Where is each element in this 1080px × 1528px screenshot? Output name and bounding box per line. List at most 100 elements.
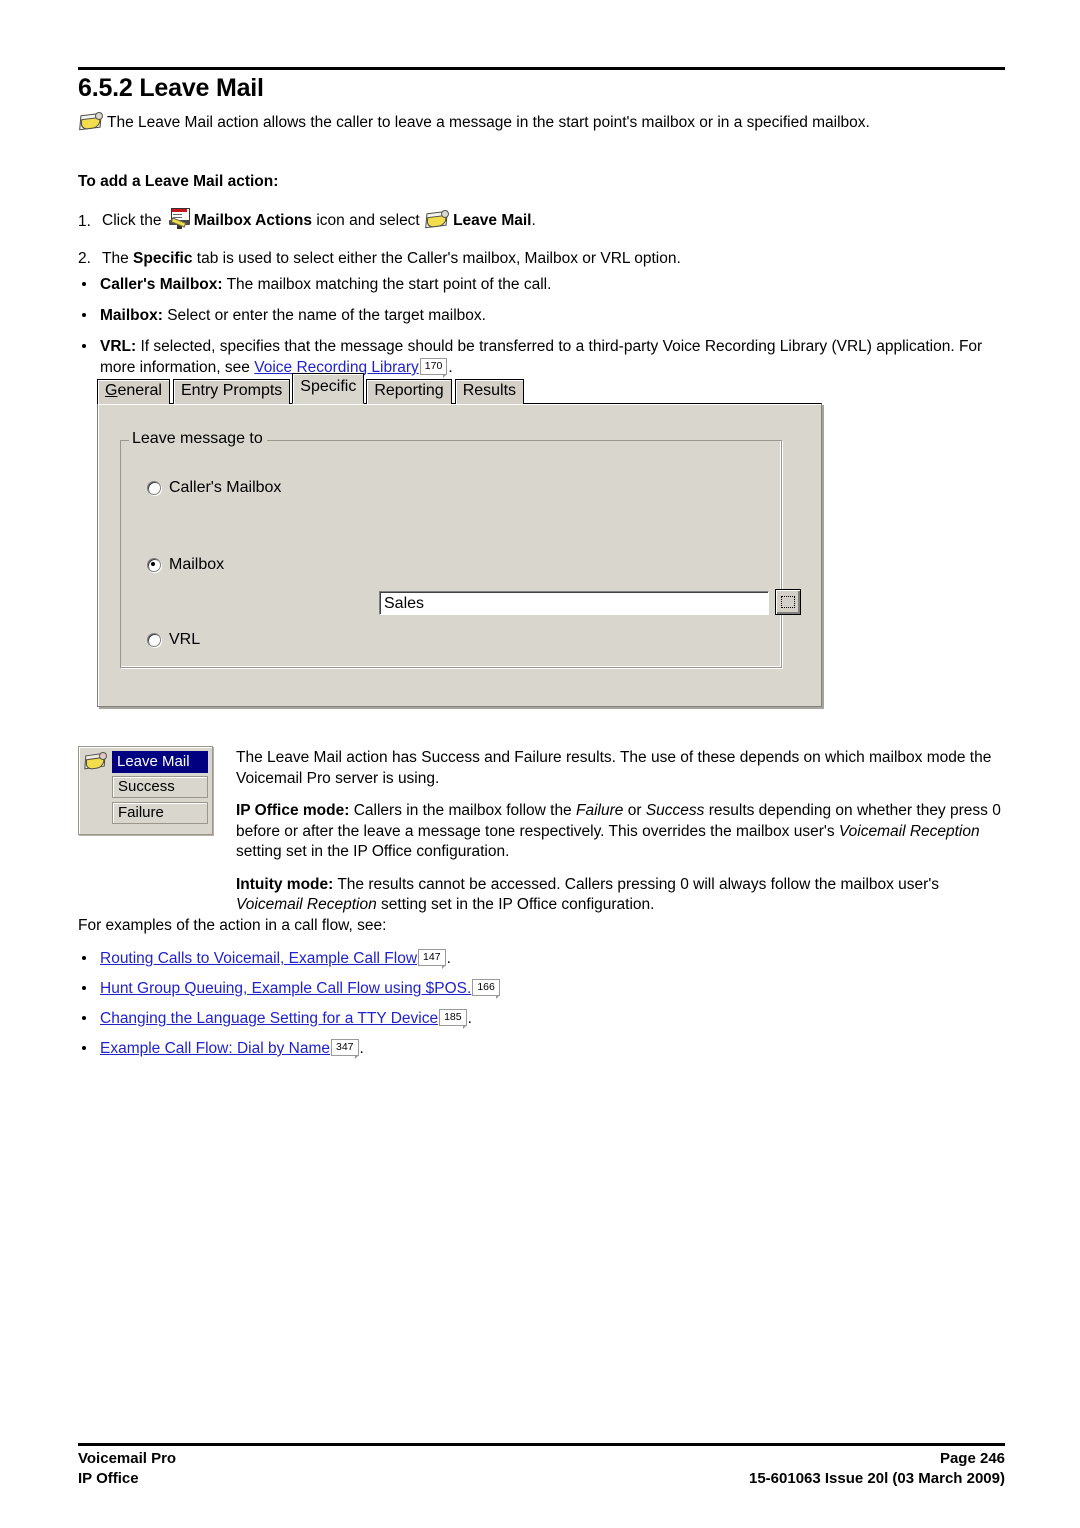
- p2-italic-failure: Failure: [576, 802, 624, 819]
- bullet-tail: .: [448, 359, 453, 376]
- leave-mail-icon: [84, 752, 108, 772]
- radio-label: Caller's Mailbox: [169, 479, 282, 496]
- results-explanation: The Leave Mail action has Success and Fa…: [236, 748, 1008, 928]
- leave-mail-icon: [424, 209, 450, 231]
- result-node-success[interactable]: Success: [112, 776, 208, 798]
- dialog-tabstrip: General Entry Prompts Specific Reporting…: [97, 373, 527, 404]
- radio-mailbox[interactable]: Mailbox: [147, 556, 224, 574]
- intro-paragraph: The Leave Mail action allows the caller …: [78, 111, 1008, 133]
- list-item: Routing Calls to Voicemail, Example Call…: [78, 948, 1008, 969]
- step-item: 1. Click the Mailbox Actions icon and se…: [78, 206, 1008, 232]
- step-post: tab is used to select either the Caller'…: [196, 250, 681, 267]
- example-link-hunt-group-queuing[interactable]: Hunt Group Queuing, Example Call Flow us…: [100, 980, 471, 997]
- bullet-dot: [82, 313, 86, 317]
- bullet-dot: [82, 344, 86, 348]
- bullet-dot: [82, 956, 86, 960]
- result-node-leave-mail[interactable]: Leave Mail: [112, 751, 208, 773]
- document-page: 6.5.2 Leave Mail The Leave Mail action a…: [0, 0, 1080, 1528]
- link-tail: .: [467, 1010, 472, 1027]
- browse-button[interactable]: [775, 589, 801, 615]
- tab-reporting[interactable]: Reporting: [366, 379, 452, 404]
- list-item: Hunt Group Queuing, Example Call Flow us…: [78, 978, 1008, 999]
- p2-b: or: [627, 802, 642, 819]
- link-tail: .: [359, 1040, 364, 1057]
- step-bold-mailbox-actions: Mailbox Actions: [193, 212, 313, 229]
- p2-d: setting set in the IP Office configurati…: [236, 843, 510, 860]
- tab-specific[interactable]: Specific: [292, 373, 365, 404]
- step-body: The Specific tab is used to select eithe…: [102, 243, 1008, 269]
- mailbox-input[interactable]: Sales: [379, 591, 769, 615]
- tab-panel-specific: Leave message to Caller's Mailbox Mailbo…: [97, 403, 822, 707]
- results-paragraph-3: Intuity mode: The results cannot be acce…: [236, 875, 1008, 916]
- step-number: 1.: [78, 213, 91, 230]
- tab-general[interactable]: General: [97, 379, 170, 404]
- header-rule: [78, 67, 1005, 70]
- result-node-failure[interactable]: Failure: [112, 802, 208, 824]
- p3-a: The results cannot be accessed. Callers …: [337, 875, 940, 893]
- step-pre: The: [102, 250, 129, 267]
- bullet-text: Select or enter the name of the target m…: [167, 307, 486, 324]
- radio-label: VRL: [169, 631, 201, 648]
- radio-button-icon[interactable]: [147, 558, 161, 572]
- list-item: VRL: If selected, specifies that the mes…: [78, 336, 1008, 378]
- leave-mail-icon: [78, 111, 104, 133]
- examples-list: Routing Calls to Voicemail, Example Call…: [78, 948, 1008, 1068]
- p2-italic-voicemail-reception: Voicemail Reception: [838, 822, 980, 840]
- option-bullet-list: Caller's Mailbox: The mailbox matching t…: [78, 274, 1008, 388]
- step-number: 2.: [78, 250, 91, 267]
- bullet-dot: [82, 1016, 86, 1020]
- bullet-dot: [82, 1046, 86, 1050]
- p2-italic-success: Success: [645, 802, 705, 819]
- bullet-label: VRL:: [100, 338, 137, 355]
- step-item: 2. The Specific tab is used to select ei…: [78, 243, 1008, 269]
- bullet-label: Caller's Mailbox:: [100, 276, 223, 293]
- page-reference[interactable]: 185: [439, 1009, 467, 1029]
- intro-text: The Leave Mail action allows the caller …: [107, 113, 870, 131]
- bullet-text: The mailbox matching the start point of …: [226, 276, 552, 293]
- page-reference[interactable]: 347: [331, 1039, 359, 1059]
- bullet-dot: [82, 282, 86, 286]
- example-link-tty-device[interactable]: Changing the Language Setting for a TTY …: [100, 1010, 438, 1027]
- results-paragraph-1: The Leave Mail action has Success and Fa…: [236, 749, 992, 787]
- footer-product-line: IP Office: [78, 1470, 139, 1487]
- tab-results[interactable]: Results: [454, 379, 525, 404]
- list-item: Changing the Language Setting for a TTY …: [78, 1008, 1008, 1029]
- step-body: Click the Mailbox Actions icon and selec…: [102, 206, 1008, 232]
- radio-label: Mailbox: [169, 556, 225, 573]
- step-pre: Click the: [102, 212, 162, 229]
- example-link-dial-by-name[interactable]: Example Call Flow: Dial by Name: [100, 1040, 330, 1057]
- radio-button-icon[interactable]: [147, 633, 161, 647]
- leave-message-to-groupbox: Leave message to Caller's Mailbox Mailbo…: [120, 430, 801, 668]
- results-paragraph-2: IP Office mode: Callers in the mailbox f…: [236, 801, 1008, 863]
- list-item: Caller's Mailbox: The mailbox matching t…: [78, 274, 1008, 295]
- bullet-label: Mailbox:: [100, 307, 163, 324]
- radio-callers-mailbox[interactable]: Caller's Mailbox: [147, 479, 281, 497]
- page-reference[interactable]: 147: [418, 949, 446, 969]
- step-bold-specific: Specific: [133, 250, 193, 267]
- tab-general-accel: G: [105, 382, 118, 399]
- step-mid: icon and select: [316, 212, 420, 229]
- list-item: Example Call Flow: Dial by Name 347.: [78, 1038, 1008, 1059]
- ellipsis-icon: [781, 596, 795, 608]
- numbered-steps: 1. Click the Mailbox Actions icon and se…: [78, 206, 1008, 280]
- page-title: 6.5.2 Leave Mail: [78, 74, 264, 102]
- tab-entry-prompts[interactable]: Entry Prompts: [172, 379, 291, 404]
- radio-button-icon[interactable]: [147, 481, 161, 495]
- page-reference[interactable]: 170: [419, 358, 448, 378]
- p2-a: Callers in the mailbox follow the: [353, 802, 572, 819]
- radio-vrl[interactable]: VRL: [147, 631, 200, 649]
- link-tail: .: [446, 950, 451, 967]
- list-item: Mailbox: Select or enter the name of the…: [78, 305, 1008, 326]
- subsection-heading: To add a Leave Mail action:: [78, 173, 279, 190]
- example-link-routing-calls[interactable]: Routing Calls to Voicemail, Example Call…: [100, 950, 417, 967]
- results-tree-box: Leave Mail Success Failure: [78, 746, 213, 835]
- bullet-text: If selected, specifies that the message …: [100, 338, 983, 376]
- ip-office-mode-label: IP Office mode:: [236, 802, 350, 819]
- step-bold-leave-mail: Leave Mail: [453, 212, 532, 229]
- footer-right: Page 246 15-601063 Issue 20l (03 March 2…: [749, 1449, 1005, 1489]
- footer-product-name: Voicemail Pro: [78, 1450, 177, 1467]
- page-reference[interactable]: 166: [472, 979, 500, 999]
- groupbox-title: Leave message to: [129, 430, 267, 448]
- p3-b: setting set in the IP Office configurati…: [381, 896, 655, 913]
- intuity-mode-label: Intuity mode:: [236, 875, 334, 893]
